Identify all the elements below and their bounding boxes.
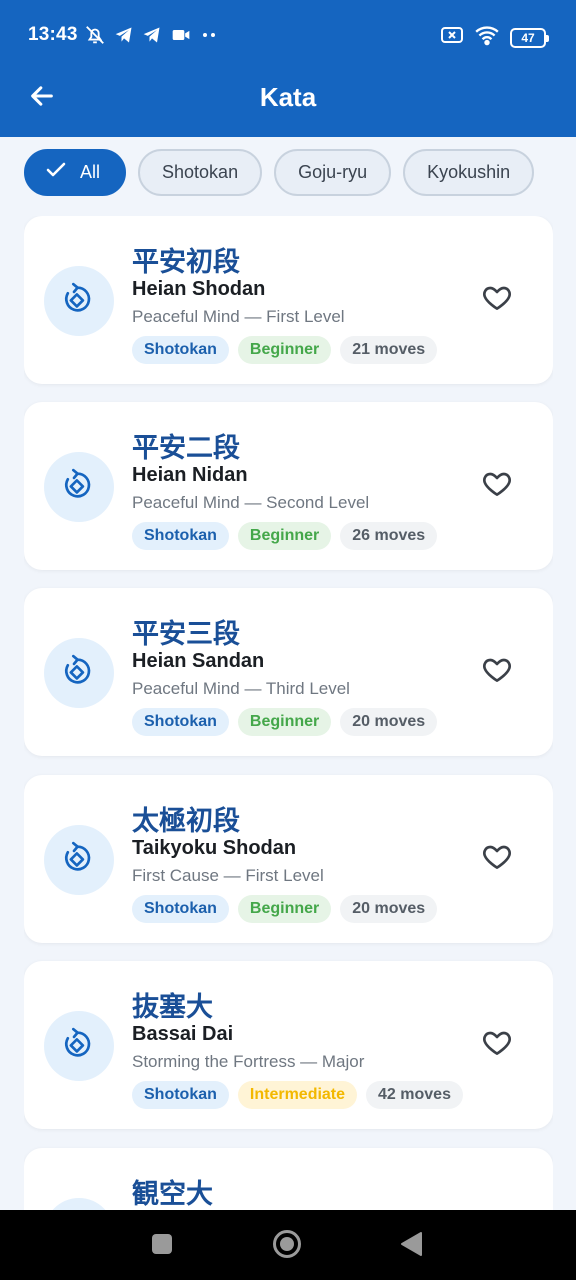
heart-outline-icon bbox=[481, 282, 513, 319]
status-system-icons: 47 bbox=[440, 24, 549, 51]
moves-badge: 42 moves bbox=[366, 1081, 463, 1109]
kata-tags: Shotokan Beginner 20 moves bbox=[132, 708, 438, 736]
chip-goju-ryu[interactable]: Goju-ryu bbox=[274, 149, 392, 196]
chip-shotokan[interactable]: Shotokan bbox=[138, 149, 263, 196]
heart-outline-icon bbox=[481, 468, 513, 505]
level-badge: Beginner bbox=[237, 522, 332, 550]
chip-all[interactable]: All bbox=[24, 149, 127, 196]
kata-avatar bbox=[44, 266, 114, 336]
kata-meaning: Peaceful Mind — First Level bbox=[132, 307, 345, 326]
heart-outline-icon bbox=[481, 841, 513, 878]
kata-card[interactable]: 太極初段 Taikyoku Shodan First Cause — First… bbox=[24, 775, 553, 943]
kata-kanji: 平安二段 bbox=[132, 433, 240, 464]
style-badge: Shotokan bbox=[132, 895, 229, 923]
wifi-icon bbox=[474, 24, 500, 51]
style-badge: Shotokan bbox=[132, 336, 229, 364]
status-time: 13:43 bbox=[28, 24, 78, 45]
app-bar: 13:43 47 Kata bbox=[0, 0, 576, 137]
rotate-icon bbox=[62, 282, 96, 321]
favorite-button[interactable] bbox=[479, 654, 515, 690]
heart-outline-icon bbox=[481, 654, 513, 691]
chip-label: Shotokan bbox=[162, 162, 239, 182]
rotate-icon bbox=[62, 1027, 96, 1066]
rotate-icon bbox=[62, 654, 96, 693]
moves-badge: 20 moves bbox=[340, 895, 438, 923]
kata-meaning: Peaceful Mind — Third Level bbox=[132, 679, 350, 698]
style-badge: Shotokan bbox=[132, 708, 229, 736]
level-badge: Intermediate bbox=[237, 1081, 358, 1109]
level-badge: Beginner bbox=[237, 336, 332, 364]
kata-card[interactable]: 平安初段 Heian Shodan Peaceful Mind — First … bbox=[24, 216, 553, 384]
kata-avatar bbox=[44, 1011, 114, 1081]
more-dots-icon bbox=[200, 25, 218, 50]
battery-icon: 47 bbox=[510, 27, 549, 48]
kata-avatar bbox=[44, 452, 114, 522]
style-filter-chips: All Shotokan Goju-ryu Kyokushin bbox=[24, 149, 535, 196]
favorite-button[interactable] bbox=[479, 841, 515, 877]
kata-name: Bassai Dai bbox=[132, 1023, 234, 1045]
telegram-icon bbox=[114, 25, 134, 50]
chip-label: Goju-ryu bbox=[298, 162, 368, 182]
kata-name: Taikyoku Shodan bbox=[132, 837, 297, 859]
rotate-icon bbox=[62, 841, 96, 880]
kata-avatar bbox=[44, 825, 114, 895]
kata-kanji: 抜塞大 bbox=[132, 992, 213, 1023]
check-icon bbox=[44, 158, 68, 187]
kata-name: Heian Nidan bbox=[132, 464, 248, 486]
kata-card[interactable]: 平安三段 Heian Sandan Peaceful Mind — Third … bbox=[24, 588, 553, 756]
back-triangle-icon bbox=[399, 1231, 423, 1262]
kata-tags: Shotokan Beginner 20 moves bbox=[132, 895, 438, 923]
moves-badge: 21 moves bbox=[340, 336, 438, 364]
rotate-icon bbox=[62, 468, 96, 507]
kata-meaning: First Cause — First Level bbox=[132, 866, 324, 885]
kata-kanji: 太極初段 bbox=[132, 806, 240, 837]
style-badge: Shotokan bbox=[132, 1081, 229, 1109]
kata-tags: Shotokan Beginner 26 moves bbox=[132, 522, 438, 550]
kata-card[interactable]: 観空大 bbox=[24, 1148, 553, 1210]
moves-badge: 26 moves bbox=[340, 522, 438, 550]
system-back-button[interactable] bbox=[396, 1231, 426, 1261]
kata-avatar bbox=[44, 638, 114, 708]
status-notification-icons bbox=[84, 24, 218, 51]
page-title: Kata bbox=[259, 82, 317, 112]
kata-list: 平安初段 Heian Shodan Peaceful Mind — First … bbox=[24, 216, 553, 1210]
heart-outline-icon bbox=[481, 1027, 513, 1064]
recents-square-icon bbox=[150, 1232, 174, 1261]
video-icon bbox=[170, 25, 192, 50]
kata-kanji: 観空大 bbox=[132, 1179, 213, 1210]
telegram-icon bbox=[142, 25, 162, 50]
status-bar: 13:43 47 bbox=[0, 0, 576, 72]
kata-card[interactable]: 平安二段 Heian Nidan Peaceful Mind — Second … bbox=[24, 402, 553, 570]
level-badge: Beginner bbox=[237, 708, 332, 736]
chip-label: Kyokushin bbox=[427, 162, 511, 182]
favorite-button[interactable] bbox=[479, 468, 515, 504]
chip-label: All bbox=[80, 162, 101, 182]
kata-name: Heian Shodan bbox=[132, 278, 266, 300]
kata-tags: Shotokan Intermediate 42 moves bbox=[132, 1081, 463, 1109]
home-circle-icon bbox=[272, 1229, 302, 1264]
chip-kyokushin[interactable]: Kyokushin bbox=[403, 149, 535, 196]
kata-kanji: 平安三段 bbox=[132, 619, 240, 650]
system-nav-bar bbox=[0, 1210, 576, 1280]
kata-card[interactable]: 抜塞大 Bassai Dai Storming the Fortress — M… bbox=[24, 961, 553, 1129]
kata-avatar bbox=[44, 1198, 114, 1210]
style-badge: Shotokan bbox=[132, 522, 229, 550]
toolbar: Kata bbox=[0, 72, 576, 137]
favorite-button[interactable] bbox=[479, 1027, 515, 1063]
mute-icon bbox=[84, 24, 106, 51]
level-badge: Beginner bbox=[237, 895, 332, 923]
kata-kanji: 平安初段 bbox=[132, 247, 240, 278]
kata-meaning: Storming the Fortress — Major bbox=[132, 1052, 365, 1071]
kata-meaning: Peaceful Mind — Second Level bbox=[132, 493, 370, 512]
moves-badge: 20 moves bbox=[340, 708, 438, 736]
favorite-button[interactable] bbox=[479, 282, 515, 318]
kata-tags: Shotokan Beginner 21 moves bbox=[132, 336, 438, 364]
sim-icon bbox=[440, 25, 464, 50]
recents-button[interactable] bbox=[147, 1231, 177, 1261]
home-button[interactable] bbox=[272, 1229, 302, 1264]
kata-name: Heian Sandan bbox=[132, 650, 265, 672]
